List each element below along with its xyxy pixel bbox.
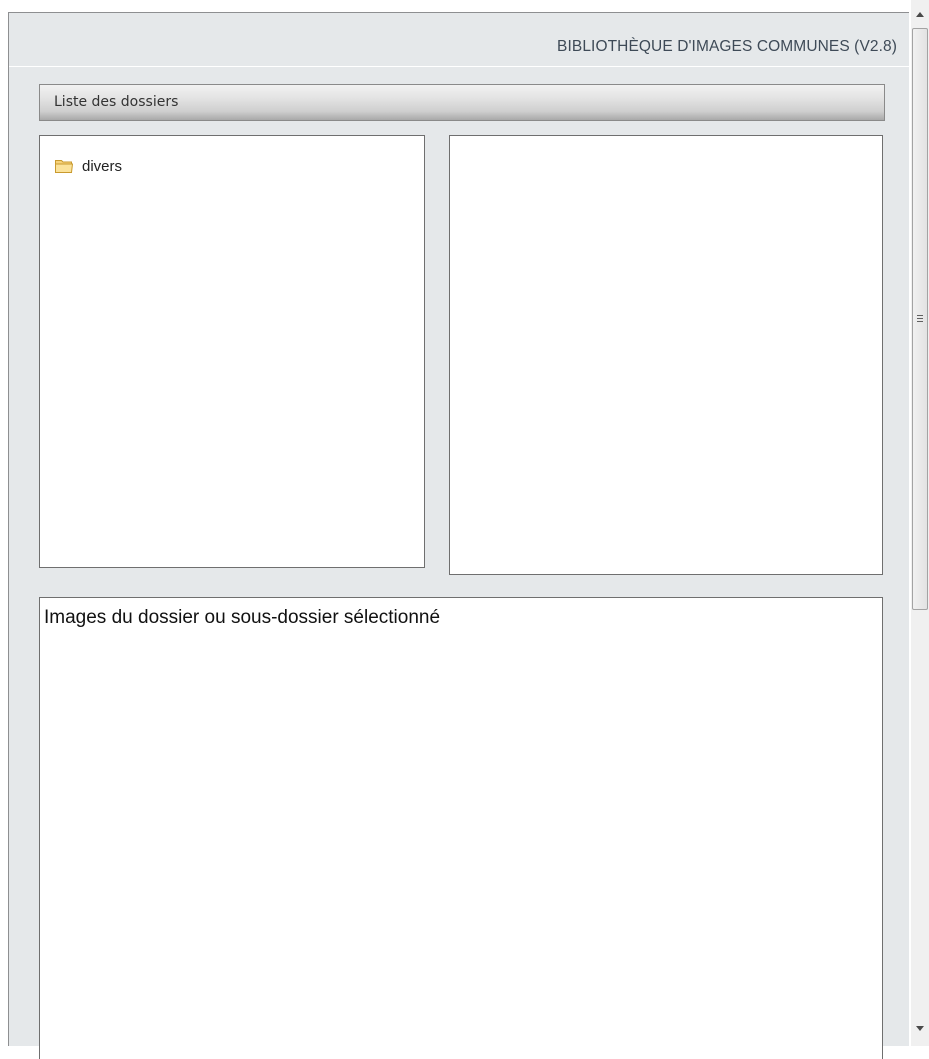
arrow-down-icon: [916, 1026, 924, 1031]
folder-list-header-label: Liste des dossiers: [54, 94, 179, 110]
images-panel-heading: Images du dossier ou sous-dossier sélect…: [44, 607, 441, 628]
grip-icon: [917, 315, 923, 322]
page-frame: BIBLIOTHÈQUE D'IMAGES COMMUNES (V2.8) Li…: [0, 0, 929, 1059]
folder-list-header: Liste des dossiers: [39, 84, 885, 121]
folder-label: divers: [82, 157, 123, 175]
subfolder-panel[interactable]: [449, 135, 883, 575]
scroll-up-button[interactable]: [911, 6, 929, 23]
scrollbar-thumb[interactable]: [912, 28, 928, 610]
image-library-window: BIBLIOTHÈQUE D'IMAGES COMMUNES (V2.8) Li…: [8, 12, 909, 1059]
window-title: BIBLIOTHÈQUE D'IMAGES COMMUNES (V2.8): [557, 38, 897, 55]
images-panel[interactable]: Images du dossier ou sous-dossier sélect…: [39, 597, 883, 1059]
folder-list-panel[interactable]: divers: [39, 135, 425, 568]
arrow-up-icon: [916, 12, 924, 17]
title-bar: BIBLIOTHÈQUE D'IMAGES COMMUNES (V2.8): [9, 13, 909, 67]
folder-item-divers[interactable]: divers: [55, 156, 122, 176]
folder-icon: [55, 159, 74, 173]
vertical-scrollbar[interactable]: [911, 0, 929, 1046]
scroll-down-button[interactable]: [911, 1020, 929, 1037]
